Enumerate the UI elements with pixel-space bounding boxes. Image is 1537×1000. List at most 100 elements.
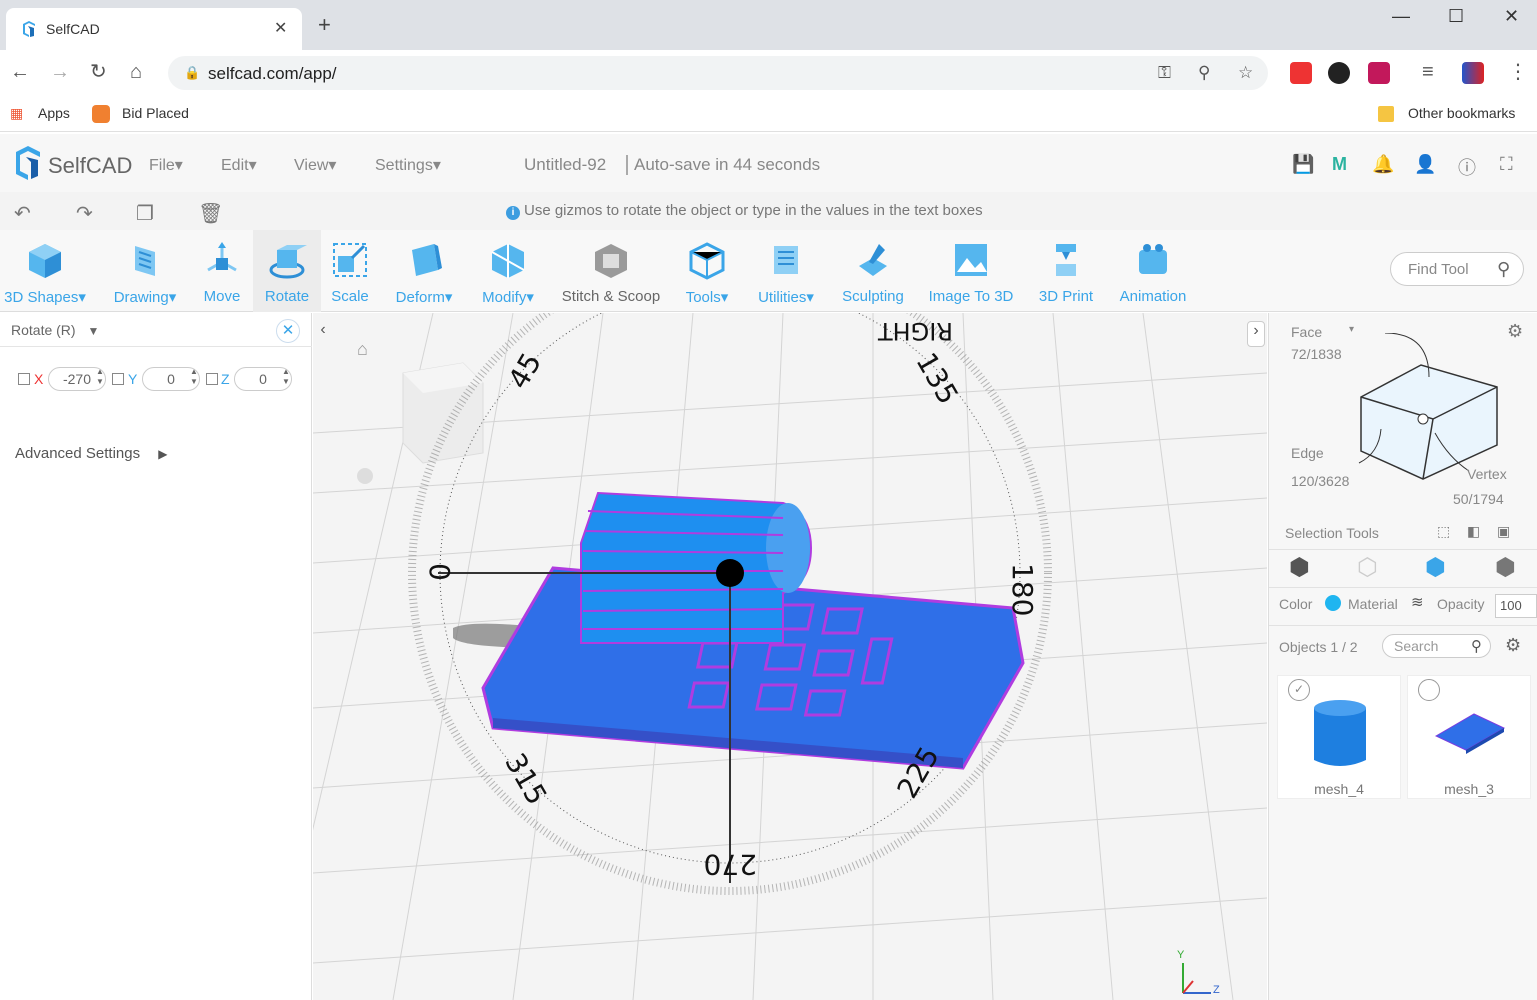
fullscreen-icon[interactable]: ⛶: [1500, 154, 1513, 175]
orbit-icon[interactable]: [357, 468, 373, 484]
window-close-icon[interactable]: ✕: [1504, 6, 1519, 27]
material-icon[interactable]: ≋: [1411, 593, 1424, 611]
z-axis-checkbox[interactable]: [206, 373, 218, 385]
select-cursor-icon[interactable]: ⬚: [1437, 523, 1450, 540]
tool-scale[interactable]: Scale: [322, 230, 378, 312]
home-icon[interactable]: ⌂: [130, 62, 142, 82]
find-tool-search[interactable]: Find Tool ⚲: [1390, 252, 1524, 286]
tool-utilities[interactable]: Utilities▾: [748, 230, 824, 312]
x-axis-checkbox[interactable]: [18, 373, 30, 385]
maximize-icon[interactable]: ☐: [1448, 6, 1464, 27]
solid-view-icon[interactable]: ⬢: [1289, 553, 1310, 582]
menu-file[interactable]: File▾: [149, 155, 183, 175]
x-stepper-icon[interactable]: ▲ ▼: [96, 367, 104, 387]
undo-icon[interactable]: ↶: [14, 201, 31, 226]
wireframe-view-icon[interactable]: ⬡: [1357, 553, 1378, 582]
gear-icon[interactable]: ⚙: [1507, 321, 1523, 342]
tool-rotate[interactable]: Rotate: [253, 230, 321, 312]
y-axis-label: Y: [128, 371, 138, 387]
tool-3d-shapes[interactable]: 3D Shapes▾: [0, 230, 90, 312]
gizmo-center-handle[interactable]: [716, 559, 744, 587]
tool-drawing[interactable]: Drawing▾: [100, 230, 190, 312]
reading-list-icon[interactable]: ≡: [1422, 62, 1434, 82]
y-axis-checkbox[interactable]: [112, 373, 124, 385]
select-all-icon[interactable]: ◧: [1467, 523, 1480, 540]
browser-tab[interactable]: SelfCAD ✕: [6, 8, 302, 50]
collapse-left-icon[interactable]: ‹: [314, 321, 332, 347]
tab-close-icon[interactable]: ✕: [274, 18, 287, 38]
advanced-settings-toggle[interactable]: Advanced Settings ▶: [15, 445, 168, 462]
extension-icon[interactable]: [1462, 62, 1484, 84]
other-bookmarks[interactable]: Other bookmarks: [1408, 105, 1515, 121]
viewport-scene[interactable]: ⌂ 45 135 180 225 270 315 0 RIGHT Y Z: [313, 313, 1267, 1000]
tool-move[interactable]: Move: [192, 230, 252, 312]
apps-grid-icon[interactable]: ▦: [10, 105, 23, 122]
object-card-mesh4[interactable]: ✓ mesh_4: [1277, 675, 1401, 799]
close-panel-button[interactable]: ✕: [276, 319, 300, 343]
view-cube[interactable]: [402, 362, 484, 464]
tool-stitch-scoop[interactable]: Stitch & Scoop: [556, 230, 666, 312]
tool-label: Drawing▾: [113, 289, 177, 306]
bookmark-star-icon[interactable]: ☆: [1238, 63, 1253, 83]
back-icon[interactable]: ←: [10, 62, 30, 82]
material-label[interactable]: Material: [1348, 596, 1398, 612]
extension-icon[interactable]: [1290, 62, 1312, 84]
info-icon[interactable]: ⓘ: [1458, 154, 1476, 180]
y-stepper-icon[interactable]: ▲ ▼: [190, 367, 198, 387]
panel-title[interactable]: Rotate (R) ▼: [11, 322, 99, 338]
color-swatch[interactable]: [1325, 595, 1341, 611]
object-checked-icon[interactable]: ✓: [1288, 679, 1310, 701]
select-object-icon[interactable]: ▣: [1497, 523, 1510, 540]
key-icon[interactable]: ⚿: [1158, 63, 1171, 83]
copy-icon[interactable]: ❐: [136, 201, 154, 226]
menu-view[interactable]: View▾: [294, 155, 336, 175]
menu-settings[interactable]: Settings▾: [375, 155, 441, 175]
trash-icon[interactable]: 🗑: [198, 201, 223, 226]
mesh-object[interactable]: [481, 491, 1025, 770]
user-icon[interactable]: 👤: [1414, 154, 1436, 175]
menu-kebab-icon[interactable]: ⋮: [1508, 62, 1528, 82]
cube-icon: [29, 244, 61, 278]
triangle-right-icon: ▶: [158, 447, 168, 461]
tool-sculpting[interactable]: Sculpting: [836, 230, 910, 312]
m-icon[interactable]: M: [1332, 154, 1347, 175]
axis-indicator: [1182, 963, 1211, 994]
tool-deform[interactable]: Deform▾: [384, 230, 464, 312]
opacity-input[interactable]: 100: [1495, 594, 1537, 618]
redo-icon[interactable]: ↷: [76, 201, 93, 226]
collapse-right-icon[interactable]: ›: [1247, 321, 1265, 347]
extension-k-icon[interactable]: [1328, 62, 1350, 84]
reload-icon[interactable]: ↻: [90, 62, 107, 82]
xray-view-icon[interactable]: ⬢: [1495, 553, 1516, 582]
tool-label: Scale: [331, 288, 369, 305]
bookmark-apps[interactable]: Apps: [38, 105, 70, 121]
bell-icon[interactable]: 🔔: [1372, 154, 1394, 175]
tool-tools[interactable]: Tools▾: [676, 230, 738, 312]
bookmarks-bar: ▦ Apps Bid Placed Other bookmarks: [0, 96, 1537, 132]
tool-modify[interactable]: Modify▾: [470, 230, 546, 312]
document-title[interactable]: Untitled-92: [524, 155, 606, 175]
new-tab-button[interactable]: +: [318, 14, 331, 36]
z-stepper-icon[interactable]: ▲ ▼: [282, 367, 290, 387]
home-view-icon[interactable]: ⌂: [357, 339, 368, 359]
menu-edit[interactable]: Edit▾: [221, 155, 257, 175]
tool-image-to-3d[interactable]: Image To 3D: [920, 230, 1022, 312]
face-mode-label[interactable]: Face: [1291, 324, 1322, 340]
3d-viewport[interactable]: ⌂ 45 135 180 225 270 315 0 RIGHT Y Z ‹ ›: [313, 313, 1267, 1000]
omnibox[interactable]: 🔒 selfcad.com/app/ ⚿ ⚲ ☆: [168, 56, 1268, 90]
bookmark-bid-placed[interactable]: Bid Placed: [122, 105, 189, 121]
save-icon[interactable]: 💾: [1292, 154, 1314, 175]
objects-settings-gear-icon[interactable]: ⚙: [1505, 635, 1521, 656]
object-unchecked-icon[interactable]: [1418, 679, 1440, 701]
vertex-mode-label[interactable]: Vertex: [1467, 466, 1507, 482]
extension-icon[interactable]: [1368, 62, 1390, 84]
minimize-icon[interactable]: —: [1392, 6, 1410, 27]
objects-search-input[interactable]: Search ⚲: [1382, 634, 1491, 658]
tool-animation[interactable]: Animation: [1110, 230, 1196, 312]
zoom-icon[interactable]: ⚲: [1198, 63, 1210, 83]
tool-3d-print[interactable]: 3D Print: [1030, 230, 1102, 312]
forward-icon[interactable]: →: [50, 62, 70, 82]
shaded-view-icon[interactable]: ⬢: [1425, 553, 1446, 582]
object-card-mesh3[interactable]: mesh_3: [1407, 675, 1531, 799]
edge-mode-label[interactable]: Edge: [1291, 445, 1324, 461]
